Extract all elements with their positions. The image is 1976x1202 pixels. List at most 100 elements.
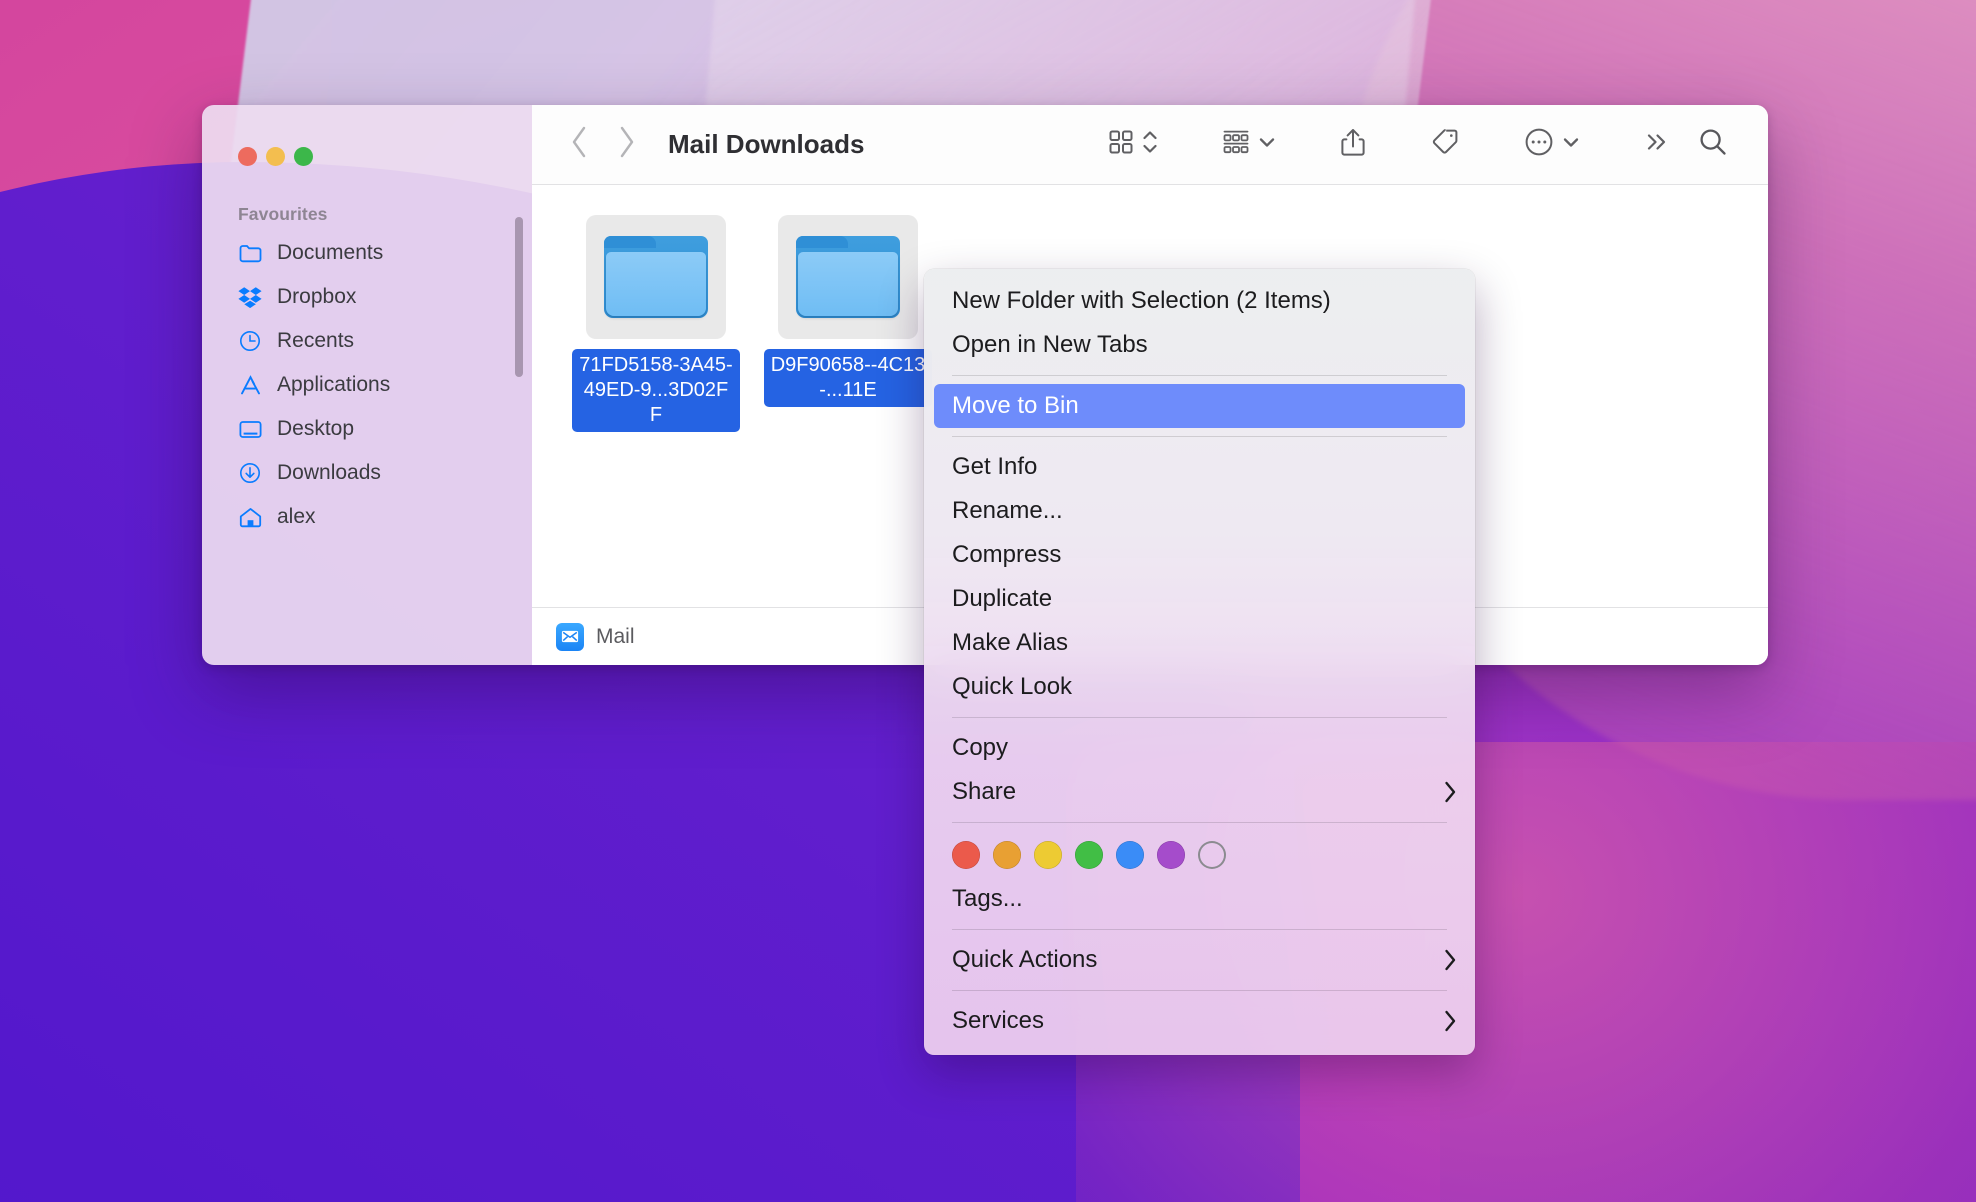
close-button[interactable] [238, 147, 257, 166]
file-item[interactable]: 71FD5158-3A45-49ED-9...3D02FF [572, 215, 740, 432]
file-thumbnail [778, 215, 918, 339]
appstore-icon [238, 373, 262, 397]
menu-item-label: Copy [952, 734, 1009, 761]
menu-item-label: Move to Bin [952, 392, 1079, 419]
menu-separator [952, 717, 1447, 718]
folder-icon [604, 236, 708, 318]
group-by-button[interactable] [1208, 129, 1290, 160]
clock-icon [238, 329, 262, 353]
menu-item-label: Share [952, 778, 1017, 805]
menu-item-new-folder-with-selection[interactable]: New Folder with Selection (2 Items) [924, 279, 1475, 323]
menu-item-quick-look[interactable]: Quick Look [924, 665, 1475, 709]
menu-separator [952, 990, 1447, 991]
menu-item-get-info[interactable]: Get Info [924, 445, 1475, 489]
menu-item-quick-actions[interactable]: Quick Actions [924, 938, 1475, 982]
menu-item-open-in-new-tabs[interactable]: Open in New Tabs [924, 323, 1475, 367]
sidebar-scrollbar[interactable] [515, 217, 523, 377]
minimize-button[interactable] [266, 147, 285, 166]
group-by-icon [1222, 129, 1250, 160]
chevron-down-icon [1258, 135, 1276, 154]
tag-button[interactable] [1416, 127, 1474, 162]
download-icon [238, 461, 262, 485]
folder-icon [796, 236, 900, 318]
context-menu: New Folder with Selection (2 Items) Open… [924, 269, 1475, 1055]
sidebar: Favourites Documents Dropbox Recents App… [202, 105, 532, 665]
chevron-right-icon [1443, 1009, 1457, 1033]
sidebar-item-label: Recents [277, 329, 355, 352]
sidebar-item-recents[interactable]: Recents [202, 319, 532, 363]
tag-color-orange[interactable] [993, 841, 1021, 869]
tag-color-green[interactable] [1075, 841, 1103, 869]
path-bar-label: Mail [596, 624, 635, 648]
chevron-right-icon [1443, 948, 1457, 972]
menu-separator [952, 436, 1447, 437]
menu-item-duplicate[interactable]: Duplicate [924, 577, 1475, 621]
menu-item-label: Get Info [952, 453, 1038, 480]
tag-color-blue[interactable] [1116, 841, 1144, 869]
desktop-icon [238, 417, 262, 441]
menu-item-move-to-bin[interactable]: Move to Bin [934, 384, 1465, 428]
file-thumbnail [586, 215, 726, 339]
menu-item-share[interactable]: Share [924, 770, 1475, 814]
dropbox-icon [238, 285, 262, 309]
menu-separator [952, 822, 1447, 823]
tag-color-none[interactable] [1198, 841, 1226, 869]
menu-item-label: Compress [952, 541, 1062, 568]
page-title: Mail Downloads [668, 129, 865, 159]
menu-item-make-alias[interactable]: Make Alias [924, 621, 1475, 665]
tag-color-purple[interactable] [1157, 841, 1185, 869]
ellipsis-circle-icon [1524, 127, 1554, 162]
grid-view-icon [1108, 129, 1134, 160]
search-button[interactable] [1684, 127, 1742, 162]
search-icon [1698, 127, 1728, 162]
sidebar-item-label: Applications [277, 373, 391, 396]
menu-separator [952, 929, 1447, 930]
menu-item-label: Services [952, 1007, 1045, 1034]
menu-separator [952, 375, 1447, 376]
share-icon [1340, 127, 1366, 162]
menu-item-copy[interactable]: Copy [924, 726, 1475, 770]
sidebar-item-desktop[interactable]: Desktop [202, 407, 532, 451]
sidebar-item-label: Downloads [277, 461, 381, 484]
sidebar-item-alex[interactable]: alex [202, 495, 532, 539]
sidebar-item-dropbox[interactable]: Dropbox [202, 275, 532, 319]
sidebar-item-applications[interactable]: Applications [202, 363, 532, 407]
menu-item-tags[interactable]: Tags... [924, 877, 1475, 921]
back-button[interactable] [570, 125, 590, 164]
tag-color-yellow[interactable] [1034, 841, 1062, 869]
tag-icon [1430, 127, 1460, 162]
tag-color-row [924, 831, 1475, 877]
sidebar-item-label: Desktop [277, 417, 355, 440]
menu-item-label: Duplicate [952, 585, 1053, 612]
desktop-wallpaper: Favourites Documents Dropbox Recents App… [0, 0, 1976, 1202]
more-options-button[interactable] [1510, 127, 1594, 162]
view-mode-button[interactable] [1094, 128, 1172, 161]
menu-item-label: Tags... [952, 885, 1023, 912]
maximize-button[interactable] [294, 147, 313, 166]
sidebar-item-label: Dropbox [277, 285, 357, 308]
traffic-lights [202, 105, 532, 166]
toolbar-overflow-button[interactable] [1630, 129, 1684, 160]
navigation-arrows [570, 125, 636, 164]
file-name-label: D9F90658--4C13-...11E [764, 349, 932, 407]
forward-button[interactable] [616, 125, 636, 164]
chevron-right-icon [1443, 780, 1457, 804]
menu-item-label: Rename... [952, 497, 1063, 524]
share-button[interactable] [1326, 127, 1380, 162]
home-icon [238, 505, 262, 529]
tag-color-red[interactable] [952, 841, 980, 869]
chevron-up-down-icon [1142, 128, 1158, 161]
menu-item-label: Open in New Tabs [952, 331, 1148, 358]
sidebar-item-downloads[interactable]: Downloads [202, 451, 532, 495]
file-name-label: 71FD5158-3A45-49ED-9...3D02FF [572, 349, 740, 432]
menu-item-services[interactable]: Services [924, 999, 1475, 1043]
sidebar-item-label: alex [277, 505, 316, 528]
menu-item-rename[interactable]: Rename... [924, 489, 1475, 533]
menu-item-compress[interactable]: Compress [924, 533, 1475, 577]
file-item[interactable]: D9F90658--4C13-...11E [764, 215, 932, 432]
mail-app-icon [556, 622, 584, 651]
menu-item-label: Quick Actions [952, 946, 1098, 973]
menu-item-label: Make Alias [952, 629, 1069, 656]
sidebar-item-documents[interactable]: Documents [202, 231, 532, 275]
sidebar-item-label: Documents [277, 241, 384, 264]
